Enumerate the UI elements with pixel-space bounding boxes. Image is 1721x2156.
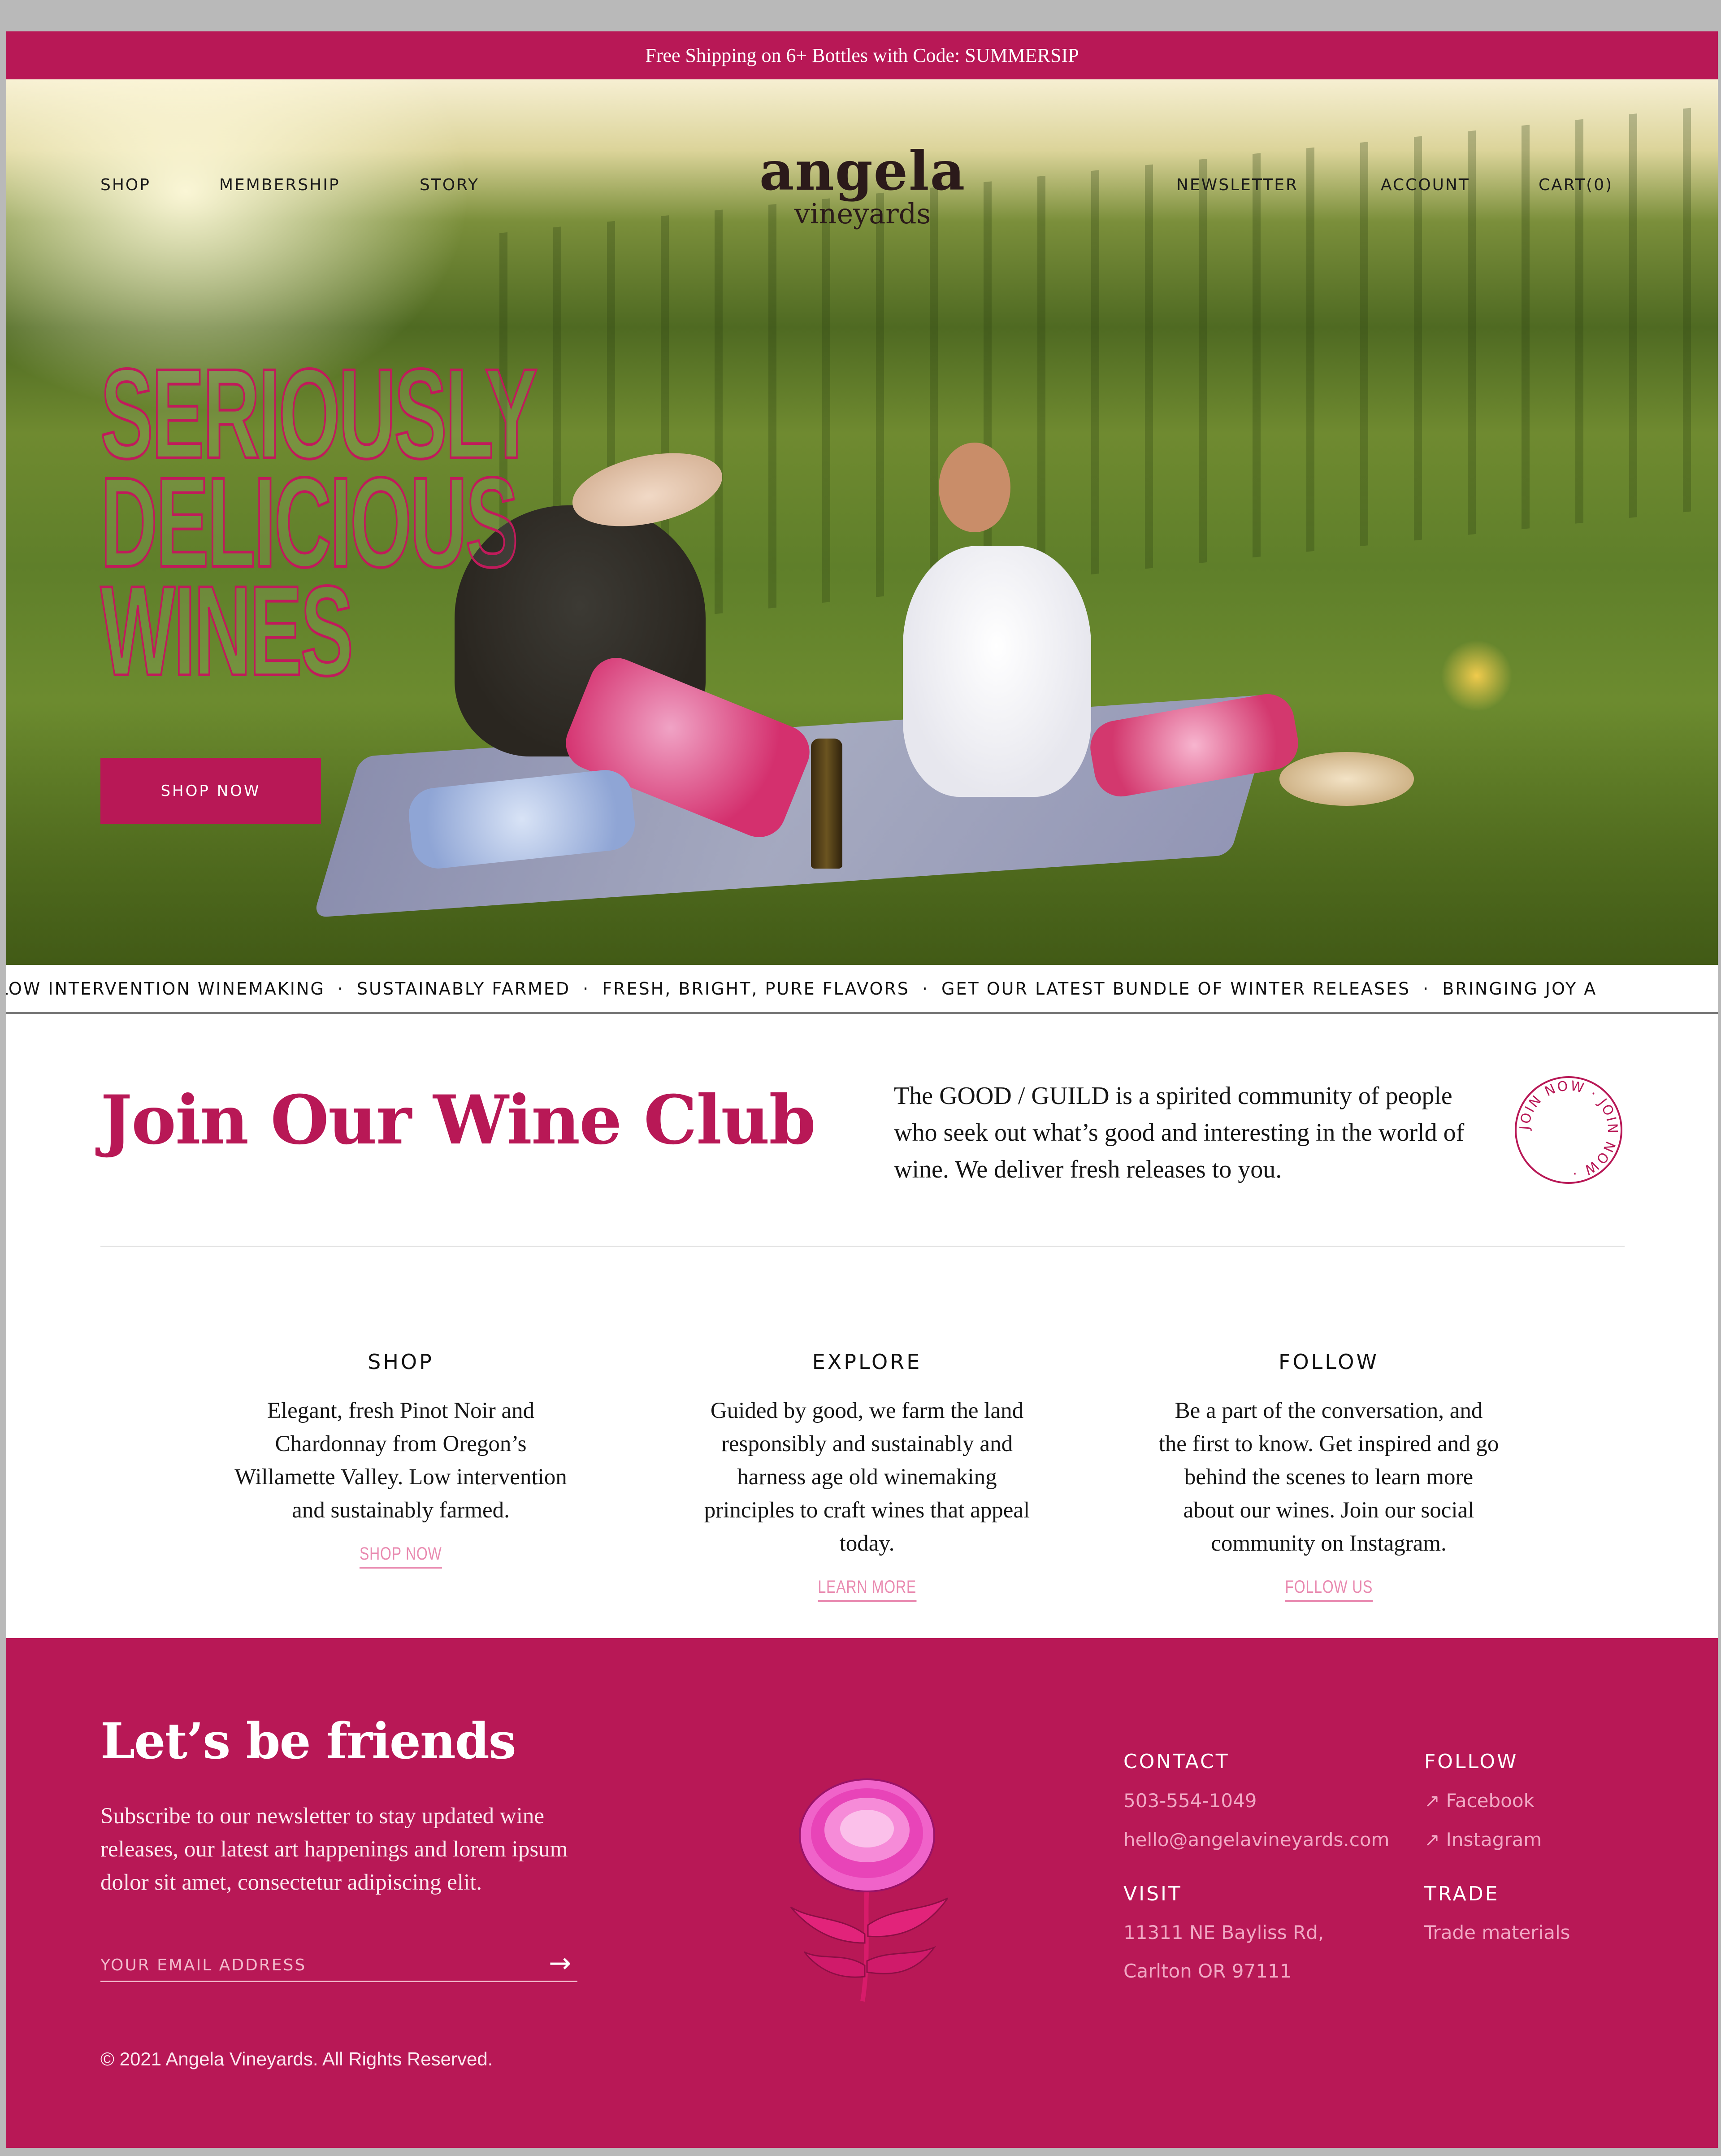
nav-story[interactable]: STORY: [420, 176, 479, 194]
contact-heading: CONTACT: [1123, 1750, 1230, 1773]
join-now-badge-text: JOIN NOW · JOIN NOW ·: [1517, 1078, 1619, 1182]
wine-club-title: Join Our Wine Club: [100, 1081, 816, 1160]
site-logo[interactable]: angela vineyards: [719, 144, 1006, 230]
instagram-link[interactable]: ↗ Instagram: [1424, 1829, 1542, 1851]
contact-phone-link[interactable]: 503-554-1049: [1123, 1790, 1257, 1812]
svg-text:JOIN NOW · JOIN NOW ·: JOIN NOW · JOIN NOW ·: [1517, 1078, 1621, 1182]
woman-head-image: [939, 443, 1010, 532]
ticker-separator: ·: [337, 978, 344, 999]
main-nav: SHOP MEMBERSHIP STORY NEWSLETTER ACCOUNT…: [6, 79, 1718, 230]
ticker-item: BRINGING JOY A: [1442, 978, 1597, 999]
ticker-item: LOW INTERVENTION WINEMAKING: [6, 978, 325, 999]
ticker-separator: ·: [922, 978, 929, 999]
follow-column: FOLLOW Be a part of the conversation, an…: [1149, 1350, 1508, 1602]
follow-heading: FOLLOW: [1424, 1750, 1518, 1773]
follow-us-link[interactable]: FOLLOW US: [1285, 1577, 1373, 1602]
browser-page: Free Shipping on 6+ Bottles with Code: S…: [6, 31, 1718, 2148]
hero-section: SHOP MEMBERSHIP STORY NEWSLETTER ACCOUNT…: [6, 79, 1718, 965]
logo-line-2: vineyards: [794, 197, 931, 230]
lens-flare: [1441, 640, 1513, 712]
site-footer: Let’s be friends Subscribe to our newsle…: [6, 1638, 1718, 2148]
wine-club-description: The GOOD / GUILD is a spirited community…: [894, 1082, 1465, 1183]
nav-membership[interactable]: MEMBERSHIP: [219, 176, 340, 194]
ticker-item: SUSTAINABLY FARMED: [356, 978, 571, 999]
follow-column-title: FOLLOW: [1279, 1350, 1379, 1374]
ticker-separator: ·: [1423, 978, 1430, 999]
wine-bottle-image: [811, 739, 842, 869]
straw-hat-image: [1279, 752, 1414, 806]
newsletter-title: Let’s be friends: [100, 1712, 516, 1770]
facebook-link[interactable]: ↗ Facebook: [1424, 1790, 1535, 1812]
woman-in-white-dress-image: [903, 546, 1091, 797]
address-line-1: 11311 NE Bayliss Rd,: [1123, 1921, 1324, 1943]
hero-shop-now-button[interactable]: SHOP NOW: [100, 758, 321, 824]
nav-newsletter[interactable]: NEWSLETTER: [1176, 176, 1298, 194]
ticker-item: GET OUR LATEST BUNDLE OF WINTER RELEASES: [941, 978, 1411, 999]
address-line-2: Carlton OR 97111: [1123, 1960, 1292, 1982]
promo-bar: Free Shipping on 6+ Bottles with Code: S…: [6, 31, 1718, 79]
section-divider: [100, 1246, 1625, 1247]
explore-column-title: EXPLORE: [812, 1350, 922, 1374]
contact-email-link[interactable]: hello@angelavineyards.com: [1123, 1829, 1389, 1851]
newsletter-description: Subscribe to our newsletter to stay upda…: [100, 1804, 568, 1895]
follow-column-text: Be a part of the conversation, and the f…: [1158, 1398, 1499, 1556]
arrow-right-icon[interactable]: →: [549, 1947, 571, 1979]
join-now-badge[interactable]: JOIN NOW · JOIN NOW ·: [1513, 1074, 1625, 1186]
marquee-ticker: LOW INTERVENTION WINEMAKING · SUSTAINABL…: [6, 965, 1718, 1014]
visit-heading: VISIT: [1123, 1882, 1182, 1905]
ticker-item: FRESH, BRIGHT, PURE FLAVORS: [602, 978, 910, 999]
shop-column: SHOP Elegant, fresh Pinot Noir and Chard…: [221, 1350, 580, 1569]
hero-headline: SERIOUSLY DELICIOUS WINES: [100, 349, 538, 696]
promo-text: Free Shipping on 6+ Bottles with Code: S…: [645, 44, 1079, 66]
learn-more-link[interactable]: LEARN MORE: [818, 1577, 916, 1602]
flower-illustration-icon: [790, 1778, 949, 2002]
nav-shop[interactable]: SHOP: [100, 176, 151, 194]
shop-column-title: SHOP: [368, 1350, 434, 1374]
copyright-text: © 2021 Angela Vineyards. All Rights Rese…: [100, 2048, 493, 2069]
trade-heading: TRADE: [1424, 1882, 1500, 1905]
explore-column-text: Guided by good, we farm the land respons…: [704, 1398, 1030, 1556]
ticker-separator: ·: [583, 978, 590, 999]
nav-cart[interactable]: CART(0): [1539, 176, 1613, 194]
nav-account[interactable]: ACCOUNT: [1381, 176, 1470, 194]
shop-now-link[interactable]: SHOP NOW: [360, 1544, 442, 1569]
logo-line-1: angela: [759, 139, 966, 203]
trade-materials-link[interactable]: Trade materials: [1424, 1921, 1570, 1943]
email-input[interactable]: [100, 1949, 577, 1982]
shop-column-text: Elegant, fresh Pinot Noir and Chardonnay…: [234, 1398, 567, 1523]
explore-column: EXPLORE Guided by good, we farm the land…: [688, 1350, 1046, 1602]
